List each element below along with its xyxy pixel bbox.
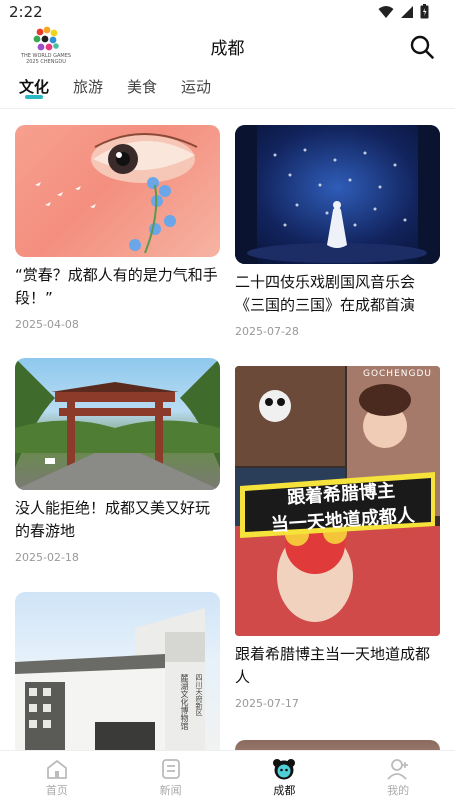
article-date: 2025-04-08 (15, 318, 79, 331)
news-feed[interactable]: “赏春？成都人有的是力气和手段！” 2025-04-08 二十四伎乐戏剧国风音乐… (0, 109, 455, 751)
article-card[interactable]: 跟着希腊博主 当一天地道成都人 GOCHENGDU 跟着希腊博主当一天地道成都人… (235, 366, 440, 710)
article-title: “赏春？成都人有的是力气和手段！” (15, 266, 218, 307)
panda-icon (273, 759, 296, 780)
nav-profile[interactable]: 我的 (341, 751, 455, 809)
nav-label: 成都 (273, 784, 296, 797)
article-title: 没人能拒绝！成都又美又好玩的春游地 (15, 499, 211, 540)
article-date: 2025-07-17 (235, 697, 299, 710)
tab-indicator (25, 95, 43, 99)
article-image (235, 125, 440, 264)
article-card[interactable]: “赏春？成都人有的是力气和手段！” 2025-04-08 (15, 125, 220, 331)
nav-chengdu[interactable]: 成都 (228, 751, 342, 809)
page-title: 成都 (210, 39, 245, 59)
app-header: THE WORLD GAMES 2025 CHENGDU 成都 (0, 24, 455, 70)
status-bar: 2:22 (0, 0, 455, 24)
nav-home[interactable]: 首页 (0, 751, 114, 809)
building-sign: 麓湖文化博物馆 (180, 674, 189, 730)
article-image (15, 358, 220, 490)
nav-news[interactable]: 新闻 (114, 751, 228, 809)
bottom-nav: 首页 新闻 成都 我的 (0, 750, 455, 809)
home-icon (46, 760, 67, 779)
article-image: 麓湖文化博物馆 四川天府新区 (15, 592, 220, 751)
search-icon[interactable] (409, 34, 435, 60)
article-card[interactable]: 二十四伎乐戏剧国风音乐会《三国的三国》在成都首演 2025-07-28 (235, 125, 440, 338)
signal-icon (401, 5, 413, 18)
status-time: 2:22 (9, 3, 43, 21)
article-date: 2025-07-28 (235, 325, 299, 338)
tab-sports[interactable]: 运动 (181, 76, 211, 97)
category-tabs: 文化 旅游 美食 运动 (0, 72, 455, 109)
profile-icon (387, 759, 409, 780)
tab-culture[interactable]: 文化 (19, 76, 49, 97)
article-title: 跟着希腊博主当一天地道成都人 (235, 645, 431, 686)
article-image: 跟着希腊博主 当一天地道成都人 GOCHENGDU (235, 366, 440, 636)
status-icons (378, 4, 429, 19)
article-date: 2025-02-18 (15, 551, 79, 564)
tab-travel[interactable]: 旅游 (73, 76, 103, 97)
article-title: 二十四伎乐戏剧国风音乐会《三国的三国》在成都首演 (235, 273, 416, 314)
tab-food[interactable]: 美食 (127, 76, 157, 97)
building-sign: 四川天府新区 (195, 674, 203, 716)
nav-label: 首页 (45, 784, 68, 797)
watermark: GOCHENGDU (362, 369, 432, 379)
battery-icon (420, 4, 429, 19)
nav-label: 新闻 (159, 784, 182, 797)
wifi-icon (378, 5, 394, 18)
news-icon (161, 759, 180, 779)
article-card[interactable]: 麓湖文化博物馆 四川天府新区 (15, 592, 220, 751)
nav-label: 我的 (387, 784, 410, 797)
article-card[interactable]: 没人能拒绝！成都又美又好玩的春游地 2025-02-18 (15, 358, 220, 564)
article-image (15, 125, 220, 257)
